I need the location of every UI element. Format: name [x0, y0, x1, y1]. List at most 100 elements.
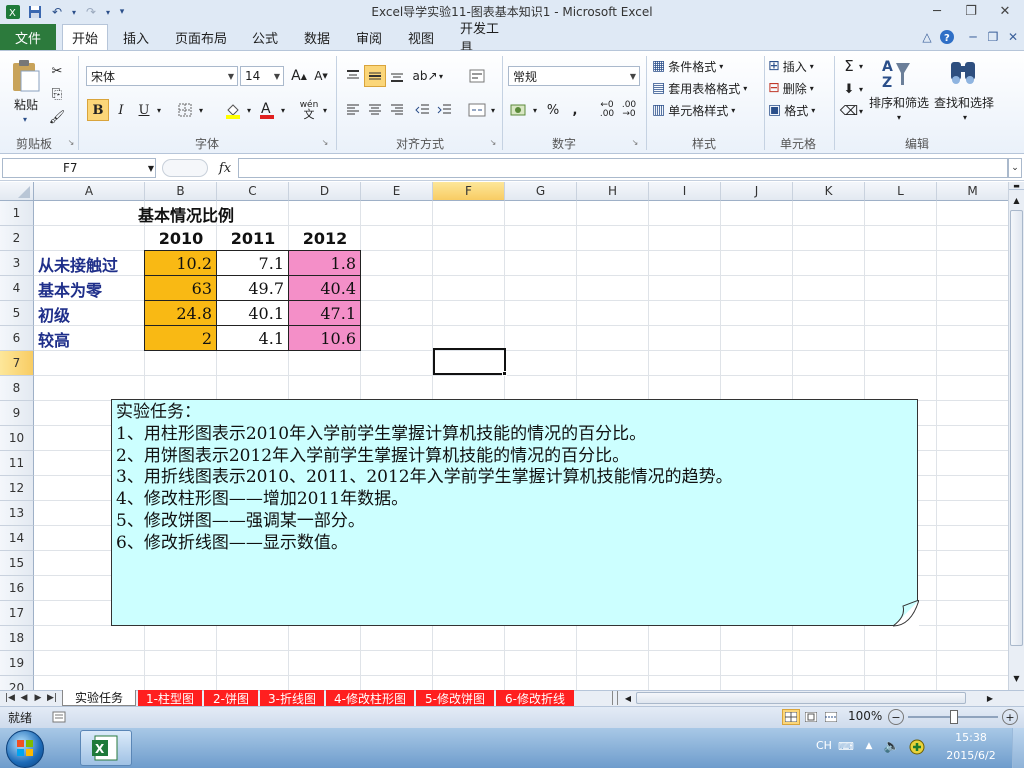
insert-function-button[interactable]: fx	[212, 156, 238, 180]
underline-dropdown-icon[interactable]: ▾	[154, 99, 164, 121]
conditional-formatting-button[interactable]: ▦ 条件格式 ▾	[652, 56, 760, 76]
table-cell[interactable]: 1.8	[288, 250, 361, 276]
expand-formula-bar-icon[interactable]: ⌄	[1008, 158, 1022, 178]
column-header-a[interactable]: A	[34, 182, 145, 201]
row-header-7[interactable]: 7	[0, 351, 34, 376]
row-header-2[interactable]: 2	[0, 226, 34, 251]
paste-dropdown-icon[interactable]: ▾	[18, 114, 32, 124]
taskbar-excel-icon[interactable]: X	[80, 730, 132, 766]
row-header-9[interactable]: 9	[0, 401, 34, 426]
task-note-box[interactable]: 实验任务： 1、用柱形图表示2010年入学前学生掌握计算机技能的情况的百分比。 2…	[111, 399, 918, 626]
worksheet-grid[interactable]: ABCDEFGHIJKLM 1 2 3 4 5 6 7 8 9 10 11 12 13 14 15 16 17 1…	[0, 182, 1008, 690]
autosum-dropdown-icon[interactable]: ▾	[856, 55, 866, 77]
sheet-tab[interactable]: 4-修改柱形图	[326, 690, 414, 706]
workbook-restore-icon[interactable]: ❐	[984, 28, 1002, 46]
redo-icon[interactable]: ↷	[82, 3, 100, 21]
phonetic-guide-icon[interactable]: wén 文	[298, 99, 320, 121]
year-header-2012[interactable]: 2012	[289, 226, 361, 251]
row-header-1[interactable]: 1	[0, 201, 34, 226]
close-icon[interactable]: ✕	[990, 0, 1020, 22]
tab-review[interactable]: 审阅	[348, 24, 390, 50]
row-header-5[interactable]: 5	[0, 301, 34, 326]
sheet-tab[interactable]: 3-折线图	[260, 690, 324, 706]
format-cells-button[interactable]: ▣ 格式 ▾	[768, 100, 830, 120]
row-header-13[interactable]: 13	[0, 501, 34, 526]
row-header-10[interactable]: 10	[0, 426, 34, 451]
find-select-button[interactable]: 查找和选择	[932, 94, 996, 111]
font-launcher-icon[interactable]: ↘	[320, 137, 330, 147]
customize-qat-icon[interactable]: ▾	[116, 3, 128, 21]
save-icon[interactable]	[26, 3, 44, 21]
borders-icon[interactable]	[174, 99, 196, 121]
active-cell-f7[interactable]	[433, 348, 506, 375]
table-cell[interactable]: 24.8	[144, 300, 217, 326]
italic-button[interactable]: I	[110, 99, 132, 121]
column-header-j[interactable]: J	[721, 182, 793, 201]
vertical-scroll-thumb[interactable]	[1010, 210, 1023, 646]
minimize-ribbon-icon[interactable]: △	[918, 28, 936, 46]
column-header-l[interactable]: L	[865, 182, 937, 201]
column-header-k[interactable]: K	[793, 182, 865, 201]
vertical-scrollbar[interactable]: ▬ ▲ ▼	[1008, 182, 1024, 690]
page-break-view-icon[interactable]	[822, 709, 840, 725]
row-header-17[interactable]: 17	[0, 601, 34, 626]
increase-decimal-button[interactable]: ←0.00	[596, 99, 618, 121]
table-cell[interactable]: 10.2	[144, 250, 217, 276]
workbook-close-icon[interactable]: ✕	[1004, 28, 1022, 46]
font-name-select[interactable]: 宋体 ▼	[86, 66, 238, 86]
first-sheet-icon[interactable]: |◀	[4, 691, 16, 705]
shrink-font-icon[interactable]: A ▼	[310, 65, 332, 87]
next-sheet-icon[interactable]: ▶	[32, 691, 44, 705]
normal-view-icon[interactable]	[782, 709, 800, 725]
row-label[interactable]: 较高	[38, 326, 145, 351]
excel-app-icon[interactable]: X	[4, 3, 22, 21]
decrease-indent-icon[interactable]	[412, 99, 434, 121]
borders-dropdown-icon[interactable]: ▾	[196, 99, 206, 121]
help-icon[interactable]: ?	[938, 28, 956, 46]
clipboard-launcher-icon[interactable]: ↘	[66, 137, 76, 147]
tab-home[interactable]: 开始	[62, 24, 108, 50]
scroll-right-icon[interactable]: ▶	[984, 691, 996, 705]
row-header-3[interactable]: 3	[0, 251, 34, 276]
minimize-icon[interactable]: ─	[922, 0, 952, 22]
split-box-icon[interactable]: ▬	[1009, 182, 1024, 190]
redo-dropdown-icon[interactable]: ▾	[104, 3, 112, 21]
row-header-11[interactable]: 11	[0, 451, 34, 476]
volume-icon[interactable]: 🔈	[884, 738, 900, 754]
merge-dropdown-icon[interactable]: ▾	[488, 99, 498, 121]
wrap-text-icon[interactable]	[466, 65, 488, 87]
cut-icon[interactable]: ✂	[46, 60, 68, 82]
zoom-out-icon[interactable]: −	[888, 709, 904, 725]
sheet-tab[interactable]: 2-饼图	[204, 690, 258, 706]
format-painter-icon[interactable]: 🖌	[46, 106, 68, 128]
year-header-2010[interactable]: 2010	[145, 226, 217, 251]
row-header-14[interactable]: 14	[0, 526, 34, 551]
tab-insert[interactable]: 插入	[114, 24, 158, 50]
undo-icon[interactable]: ↶	[48, 3, 66, 21]
tab-developer[interactable]: 开发工具	[452, 22, 518, 56]
font-size-select[interactable]: 14 ▼	[240, 66, 284, 86]
decrease-decimal-button[interactable]: .00 →0	[618, 99, 640, 121]
row-header-12[interactable]: 12	[0, 476, 34, 501]
comma-style-button[interactable]: ,	[564, 99, 586, 121]
find-select-icon[interactable]	[944, 56, 982, 90]
row-header-20[interactable]: 20	[0, 676, 34, 690]
bold-button[interactable]: B	[87, 99, 109, 121]
undo-dropdown-icon[interactable]: ▾	[70, 3, 78, 21]
scroll-down-icon[interactable]: ▼	[1009, 670, 1024, 686]
row-header-16[interactable]: 16	[0, 576, 34, 601]
horizontal-scrollbar[interactable]: ◀ ▶	[612, 691, 1008, 705]
zoom-level[interactable]: 100%	[848, 709, 882, 725]
tray-expand-icon[interactable]: ▲	[862, 738, 876, 754]
grow-font-icon[interactable]: A ▲	[288, 65, 310, 87]
column-header-e[interactable]: E	[361, 182, 433, 201]
clock-time[interactable]: 15:38	[940, 731, 1002, 747]
phonetic-dropdown-icon[interactable]: ▾	[320, 99, 330, 121]
formula-bar-resize-handle[interactable]	[162, 159, 208, 177]
table-cell[interactable]: 10.6	[288, 325, 361, 351]
column-header-b[interactable]: B	[145, 182, 217, 201]
number-launcher-icon[interactable]: ↘	[630, 137, 640, 147]
alignment-launcher-icon[interactable]: ↘	[488, 137, 498, 147]
table-cell[interactable]: 49.7	[216, 275, 289, 301]
fill-color-dropdown-icon[interactable]: ▾	[244, 99, 254, 121]
